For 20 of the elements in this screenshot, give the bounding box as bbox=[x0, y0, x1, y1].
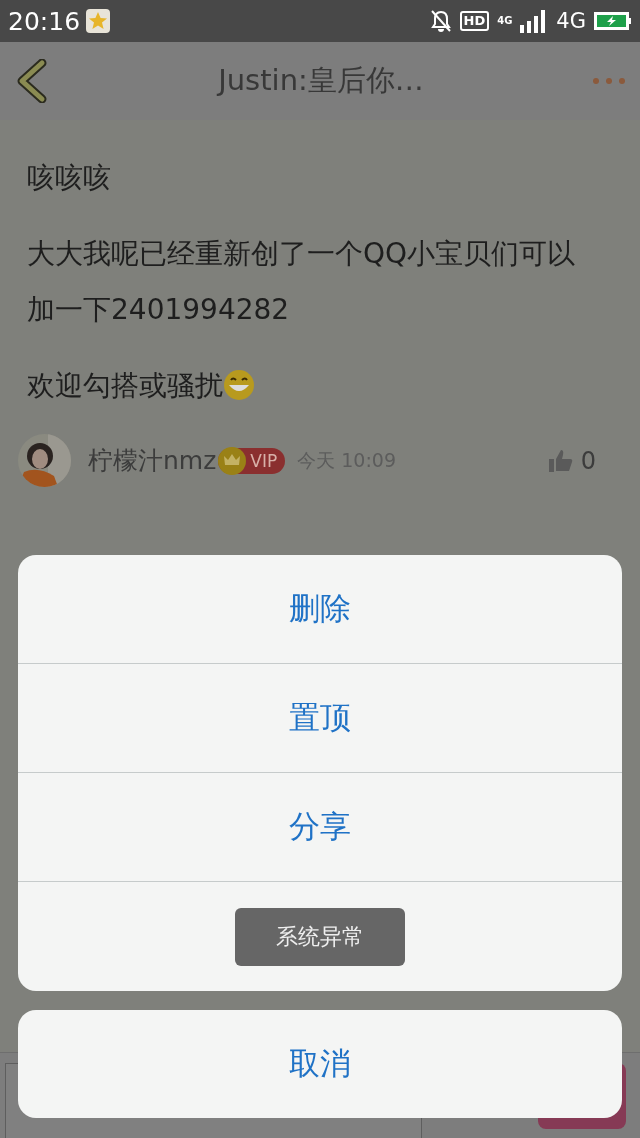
cancel-menu[interactable]: 取消 bbox=[18, 1010, 622, 1118]
menu-option[interactable]: 置顶 bbox=[18, 664, 622, 773]
battery-charging-icon bbox=[594, 12, 632, 30]
star-app-icon bbox=[86, 9, 111, 33]
data-type-label: 4G bbox=[497, 16, 513, 26]
menu-option[interactable]: 删除 bbox=[18, 555, 622, 664]
bell-muted-icon bbox=[429, 9, 452, 33]
post-paragraph: 咳咳咳 bbox=[27, 160, 112, 196]
toast-message: 系统异常 bbox=[235, 908, 405, 966]
network-label: 4G bbox=[556, 9, 586, 33]
clock-time: 20:16 bbox=[8, 6, 81, 36]
thumbs-up-icon[interactable] bbox=[548, 449, 573, 472]
like-count: 0 bbox=[580, 446, 596, 475]
post-paragraph: 欢迎勾搭或骚扰 bbox=[27, 358, 596, 414]
author-name[interactable]: 柠檬汁nmz bbox=[88, 444, 217, 477]
hd-indicator: HD bbox=[459, 11, 490, 31]
post-paragraph: 大大我呢已经重新创了一个QQ小宝贝们可以加一下2401994282 bbox=[27, 236, 577, 328]
menu-option[interactable]: 分享 bbox=[18, 773, 622, 882]
page-title: Justin:皇后你… bbox=[215, 62, 425, 99]
vip-badge: VIP bbox=[218, 447, 286, 474]
